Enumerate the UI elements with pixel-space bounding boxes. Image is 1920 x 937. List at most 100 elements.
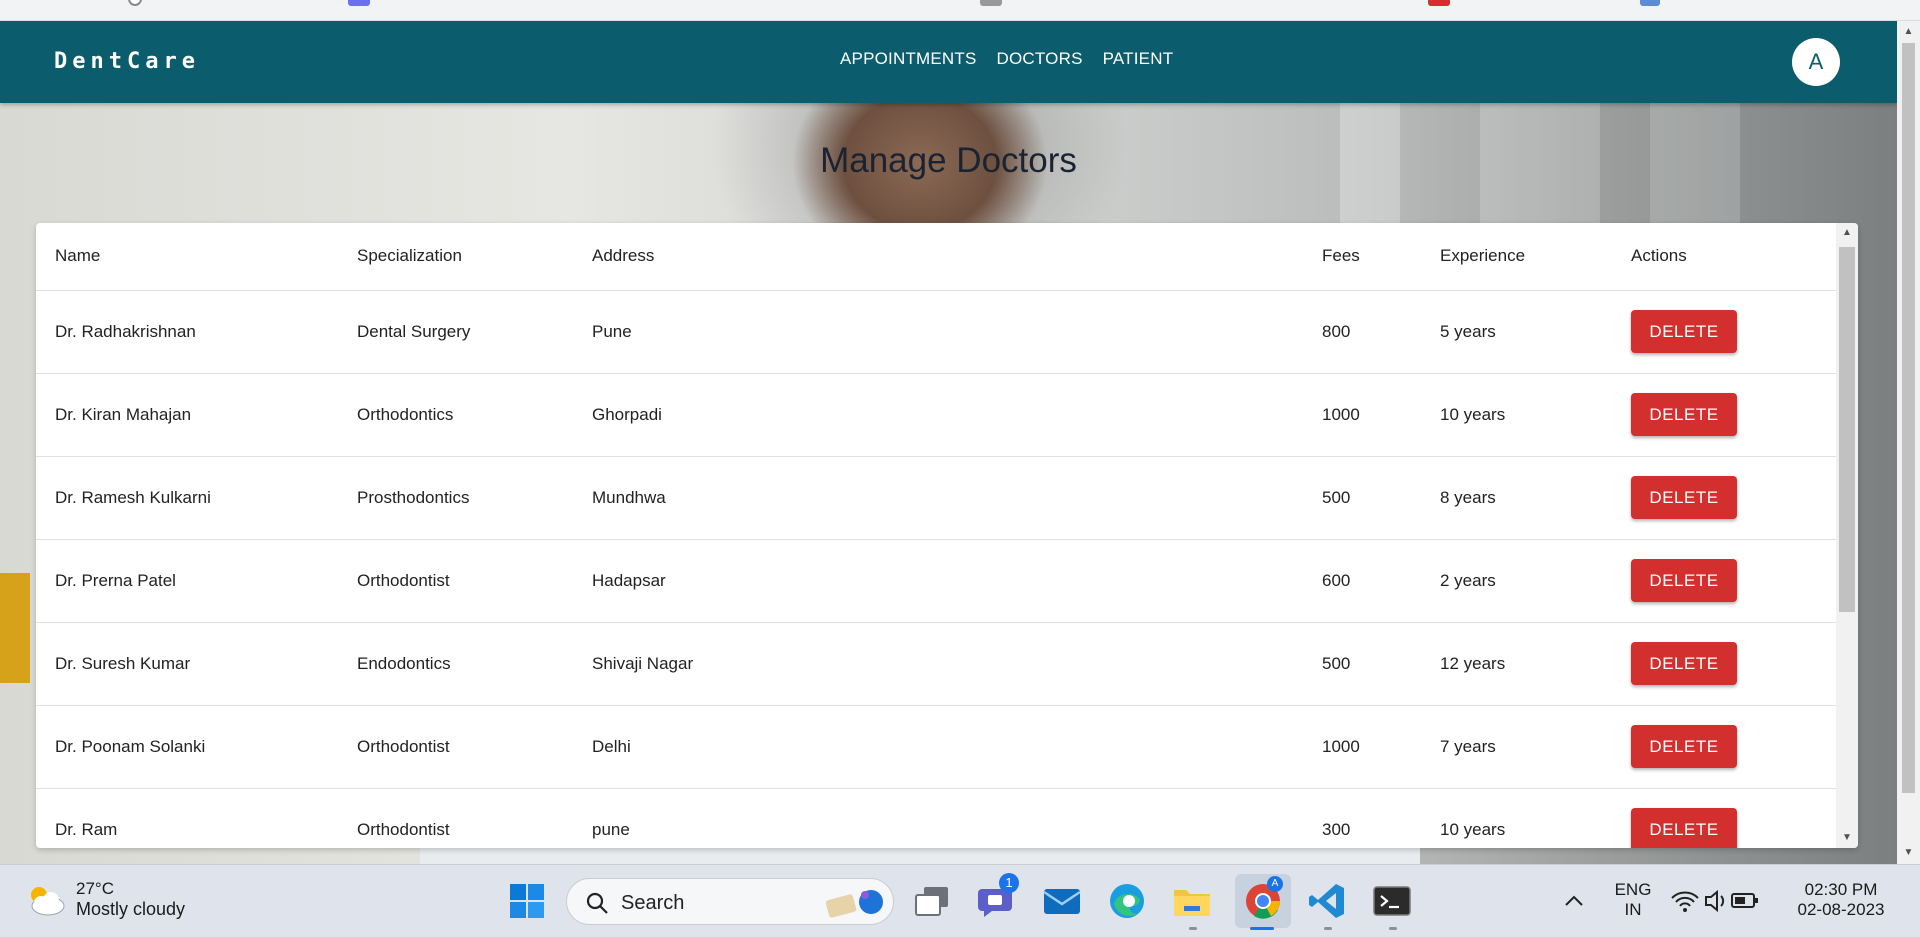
bookmark-icon[interactable] (1428, 0, 1450, 6)
windows-start-icon[interactable] (505, 879, 549, 923)
delete-button[interactable]: DELETE (1631, 310, 1737, 353)
table-row: Dr. Ramesh Kulkarni Prosthodontics Mundh… (36, 456, 1836, 540)
cell-actions: DELETE (1612, 456, 1836, 540)
cell-fees: 500 (1303, 622, 1421, 706)
language-code: ENG (1614, 880, 1652, 899)
chat-notification-badge: 1 (999, 873, 1019, 893)
cell-name: Dr. Poonam Solanki (36, 705, 338, 789)
region-code: IN (1624, 900, 1642, 919)
active-indicator (1250, 927, 1274, 930)
delete-button[interactable]: DELETE (1631, 393, 1737, 436)
delete-button[interactable]: DELETE (1631, 808, 1737, 848)
cell-specialization: Prosthodontics (338, 456, 573, 540)
table-row: Dr. Prerna Patel Orthodontist Hadapsar 6… (36, 539, 1836, 623)
delete-button[interactable]: DELETE (1631, 642, 1737, 685)
system-tray[interactable] (1666, 879, 1766, 923)
language-indicator[interactable]: ENG IN (1608, 880, 1658, 920)
bookmark-icon[interactable] (128, 0, 142, 6)
cell-specialization: Orthodontist (338, 539, 573, 623)
table-row: Dr. Ram Orthodontist pune 300 10 years D… (36, 788, 1836, 848)
cell-fees: 500 (1303, 456, 1421, 540)
cell-specialization: Endodontics (338, 622, 573, 706)
cell-name: Dr. Ram (36, 788, 338, 848)
table-row: Dr. Kiran Mahajan Orthodontics Ghorpadi … (36, 373, 1836, 457)
page-title: Manage Doctors (820, 141, 1077, 180)
table-scrollbar[interactable]: ▲ ▼ (1836, 223, 1858, 848)
cell-address: Pune (573, 290, 1303, 374)
page-scrollbar[interactable]: ▲ ▼ (1897, 21, 1920, 864)
scroll-up-arrow-icon[interactable]: ▲ (1897, 23, 1920, 41)
vscode-icon[interactable] (1305, 879, 1349, 923)
table-scroll-thumb[interactable] (1839, 247, 1855, 612)
search-label: Search (621, 892, 685, 914)
weather-condition: Mostly cloudy (76, 899, 186, 919)
cell-actions: DELETE (1612, 373, 1836, 457)
cell-specialization: Dental Surgery (338, 290, 573, 374)
scroll-up-arrow-icon[interactable]: ▲ (1836, 223, 1858, 243)
weather-widget[interactable]: 27°C Mostly cloudy (24, 879, 185, 920)
delete-button[interactable]: DELETE (1631, 725, 1737, 768)
cell-experience: 5 years (1421, 290, 1612, 374)
scroll-down-arrow-icon[interactable]: ▼ (1836, 828, 1858, 848)
cell-address: Hadapsar (573, 539, 1303, 623)
cell-experience: 2 years (1421, 539, 1612, 623)
file-explorer-icon[interactable] (1170, 879, 1214, 923)
column-header-specialization: Specialization (338, 223, 573, 291)
bookmark-icon[interactable] (980, 0, 1002, 6)
battery-icon (1731, 893, 1758, 908)
bookmark-icon[interactable] (1640, 0, 1660, 6)
page-viewport: DentCare APPOINTMENTS DOCTORS PATIENT A … (0, 21, 1897, 864)
cell-experience: 12 years (1421, 622, 1612, 706)
search-highlight-icon (825, 890, 883, 918)
nav-doctors[interactable]: DOCTORS (997, 49, 1083, 69)
cell-fees: 1000 (1303, 373, 1421, 457)
scroll-down-arrow-icon[interactable]: ▼ (1897, 844, 1920, 862)
cell-actions: DELETE (1612, 622, 1836, 706)
delete-button[interactable]: DELETE (1631, 559, 1737, 602)
cell-name: Dr. Suresh Kumar (36, 622, 338, 706)
table-row: Dr. Radhakrishnan Dental Surgery Pune 80… (36, 290, 1836, 374)
nav-patient[interactable]: PATIENT (1103, 49, 1174, 69)
edge-browser-icon[interactable] (1105, 879, 1149, 923)
cell-name: Dr. Prerna Patel (36, 539, 338, 623)
cell-fees: 1000 (1303, 705, 1421, 789)
cell-address: Shivaji Nagar (573, 622, 1303, 706)
avatar[interactable]: A (1792, 38, 1840, 86)
cell-experience: 10 years (1421, 788, 1612, 848)
app-bar: DentCare APPOINTMENTS DOCTORS PATIENT A (0, 21, 1897, 103)
table-header-row: Name Specialization Address Fees Experie… (36, 223, 1836, 291)
running-indicator (1324, 927, 1332, 930)
column-header-address: Address (573, 223, 1303, 291)
main-nav: APPOINTMENTS DOCTORS PATIENT (840, 49, 1173, 69)
clock[interactable]: 02:30 PM 02-08-2023 (1786, 880, 1896, 920)
chevron-up-icon[interactable] (1554, 879, 1594, 923)
bookmark-icon[interactable] (348, 0, 370, 6)
cell-address: pune (573, 788, 1303, 848)
delete-button[interactable]: DELETE (1631, 476, 1737, 519)
cell-actions: DELETE (1612, 290, 1836, 374)
clock-time: 02:30 PM (1804, 880, 1878, 899)
running-indicator (1389, 927, 1397, 930)
brand-logo[interactable]: DentCare (54, 49, 200, 74)
cell-experience: 8 years (1421, 456, 1612, 540)
cell-fees: 600 (1303, 539, 1421, 623)
cell-fees: 800 (1303, 290, 1421, 374)
page-scroll-thumb[interactable] (1902, 43, 1915, 793)
table-row: Dr. Poonam Solanki Orthodontist Delhi 10… (36, 705, 1836, 789)
taskbar-search-box[interactable]: Search (566, 878, 894, 925)
nav-appointments[interactable]: APPOINTMENTS (840, 49, 977, 69)
weather-temperature: 27°C (76, 879, 114, 898)
teams-chat-icon[interactable]: 1 (975, 873, 1019, 923)
cell-address: Ghorpadi (573, 373, 1303, 457)
running-indicator (1189, 927, 1197, 930)
browser-bookmarks-bar (0, 0, 1920, 21)
cell-name: Dr. Radhakrishnan (36, 290, 338, 374)
doctors-table-card: Name Specialization Address Fees Experie… (36, 223, 1858, 848)
task-view-icon[interactable] (910, 879, 954, 923)
terminal-icon[interactable] (1370, 879, 1414, 923)
clock-date: 02-08-2023 (1797, 900, 1885, 919)
profile-badge-icon: A (1267, 876, 1283, 892)
mail-icon[interactable] (1040, 879, 1084, 923)
chrome-browser-icon[interactable]: A (1235, 874, 1291, 928)
column-header-actions: Actions (1612, 223, 1836, 291)
